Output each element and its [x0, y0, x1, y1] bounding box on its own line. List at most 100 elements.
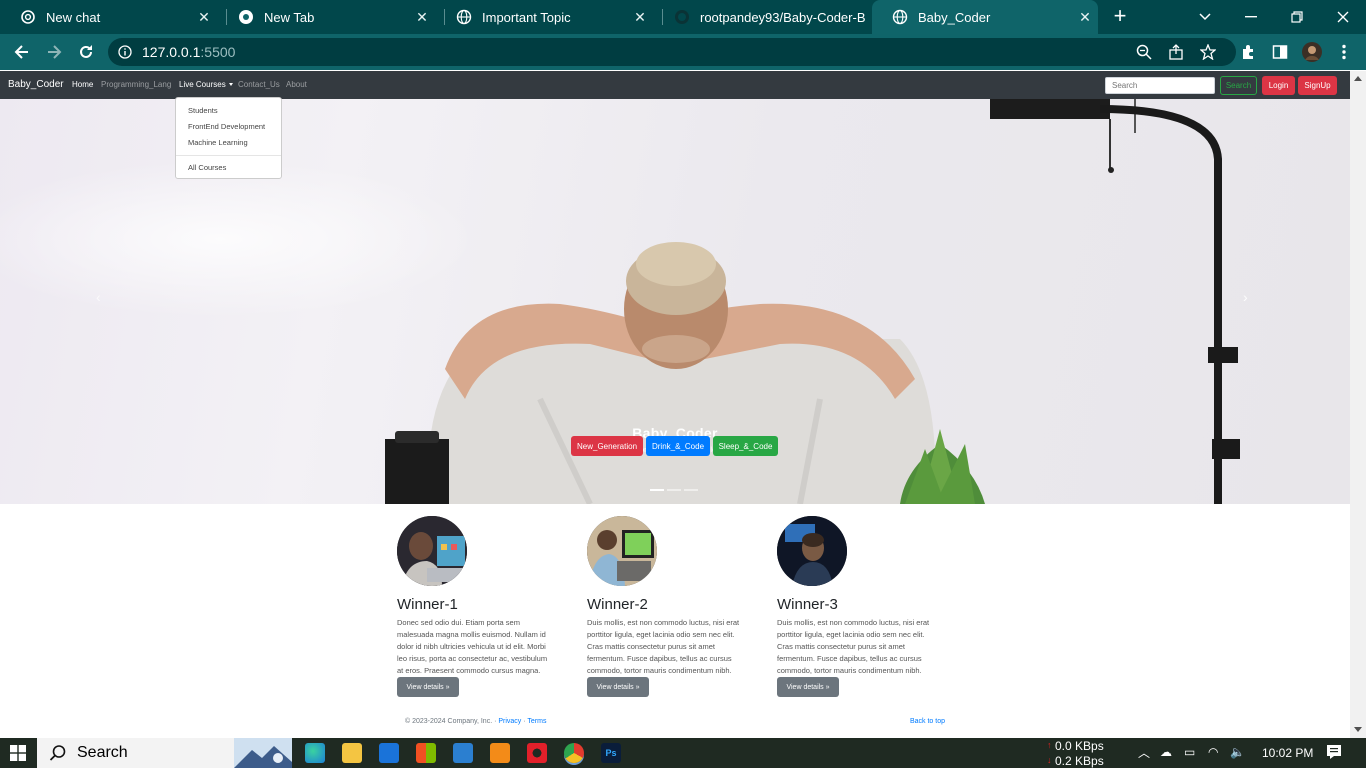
mail-icon[interactable]	[379, 743, 399, 763]
close-tab-icon[interactable]: ✕	[1072, 9, 1098, 26]
taskbar-search-box[interactable]: Search	[37, 738, 292, 768]
dropdown-item-ml[interactable]: Machine Learning	[188, 138, 248, 147]
notification-icon[interactable]	[1326, 744, 1342, 763]
carousel-indicator[interactable]	[650, 489, 664, 491]
winner-card-3: Winner-3 Duis mollis, est non commodo lu…	[777, 516, 937, 697]
extensions-puzzle-icon[interactable]	[1234, 38, 1262, 66]
tab-search-icon[interactable]	[1182, 0, 1228, 34]
new-tab-button[interactable]: +	[1108, 4, 1132, 28]
close-tab-icon[interactable]: ✕	[627, 9, 653, 26]
back-arrow-icon[interactable]	[8, 38, 36, 66]
github-icon	[674, 9, 690, 25]
photoshop-icon[interactable]: Ps	[601, 743, 621, 763]
winner-avatar	[777, 516, 847, 586]
scroll-down-icon[interactable]	[1354, 727, 1362, 732]
chrome-taskbar-icon[interactable]	[564, 743, 584, 763]
tab-title: Baby_Coder	[918, 9, 991, 25]
nav-live-courses[interactable]: Live Courses	[179, 80, 233, 89]
wifi-icon[interactable]: ◠	[1208, 745, 1218, 759]
speaker-icon[interactable]: 🔈	[1230, 745, 1245, 759]
share-icon[interactable]	[1162, 38, 1190, 66]
footer-privacy-link[interactable]: Privacy	[498, 718, 521, 725]
forward-arrow-icon[interactable]	[40, 38, 68, 66]
tab-github[interactable]: rootpandey93/Baby-Coder-B	[654, 0, 871, 34]
menu-kebab-icon[interactable]	[1330, 38, 1358, 66]
close-window-icon[interactable]	[1320, 0, 1366, 34]
onedrive-cloud-icon[interactable]: ☁	[1160, 745, 1172, 759]
url-text: 127.0.0.1:5500	[142, 44, 236, 60]
file-explorer-icon[interactable]	[342, 743, 362, 763]
view-details-button[interactable]: View details »	[397, 677, 459, 697]
page-scrollbar[interactable]	[1350, 71, 1366, 738]
browser-toolbar: 127.0.0.1:5500	[0, 34, 1366, 70]
nav-contact-us[interactable]: Contact_Us	[238, 80, 280, 89]
nav-home[interactable]: Home	[72, 80, 93, 89]
dropdown-item-students[interactable]: Students	[188, 106, 218, 115]
carousel-indicators	[650, 489, 698, 491]
winner-description: Duis mollis, est non commodo luctus, nis…	[777, 618, 930, 675]
battery-icon[interactable]: ▭	[1184, 745, 1195, 759]
dropdown-divider	[176, 155, 281, 156]
edge-icon[interactable]	[305, 743, 325, 763]
site-navbar: Baby_Coder Home Programming_Lang Live Co…	[0, 71, 1350, 99]
minimize-icon[interactable]	[1228, 0, 1274, 34]
restore-icon[interactable]	[1274, 0, 1320, 34]
back-to-top-link[interactable]: Back to top	[910, 718, 945, 725]
carousel-indicator[interactable]	[667, 489, 681, 491]
drink-code-button[interactable]: Drink_&_Code	[646, 436, 710, 456]
nav-live-courses-label: Live Courses	[179, 80, 226, 89]
signup-button[interactable]: SignUp	[1298, 76, 1337, 95]
page-footer: © 2023-2024 Company, Inc. · Privacy · Te…	[405, 718, 945, 725]
carousel-indicator[interactable]	[684, 489, 698, 491]
clock-time[interactable]: 10:02 PM	[1262, 746, 1313, 760]
globe-icon	[456, 9, 472, 25]
windows-start-icon[interactable]	[10, 745, 26, 766]
tab-baby-coder[interactable]: Baby_Coder ✕	[872, 0, 1098, 34]
carousel-next-icon[interactable]: ›	[1243, 289, 1248, 305]
tab-title: New Tab	[264, 9, 315, 25]
site-brand[interactable]: Baby_Coder	[8, 79, 64, 90]
chevron-up-icon[interactable]: ︿	[1138, 744, 1150, 761]
view-details-button[interactable]: View details »	[777, 677, 839, 697]
store-icon[interactable]	[416, 743, 436, 763]
view-details-button[interactable]: View details »	[587, 677, 649, 697]
side-panel-icon[interactable]	[1266, 38, 1294, 66]
close-tab-icon[interactable]: ✕	[409, 9, 435, 26]
tab-new-chat[interactable]: New chat ✕	[0, 0, 217, 34]
tab-title: New chat	[46, 9, 101, 25]
winner-title: Winner-2	[587, 596, 648, 613]
login-button[interactable]: Login	[1262, 76, 1295, 95]
sleep-code-button[interactable]: Sleep_&_Code	[713, 436, 778, 456]
address-bar[interactable]: 127.0.0.1:5500	[108, 38, 1236, 66]
nav-about[interactable]: About	[286, 80, 307, 89]
vscode-icon[interactable]	[453, 743, 473, 763]
opera-icon[interactable]	[527, 743, 547, 763]
zoom-icon[interactable]	[1130, 38, 1158, 66]
taskbar-search-label: Search	[77, 744, 128, 761]
footer-terms-link[interactable]: Terms	[527, 718, 546, 725]
windows-taskbar: Search Ps 0.0 KBps 0.2 KBps ↑ ↓ ︿ ☁ ▭ ◠ …	[0, 738, 1366, 768]
upload-arrow-icon: ↑	[1047, 740, 1052, 750]
profile-avatar-icon[interactable]	[1298, 38, 1326, 66]
site-info-icon[interactable]	[108, 45, 142, 59]
reload-icon[interactable]	[72, 38, 100, 66]
nav-programming-lang[interactable]: Programming_Lang	[101, 80, 171, 89]
search-button[interactable]: Search	[1220, 76, 1257, 95]
tab-new-tab[interactable]: New Tab ✕	[218, 0, 435, 34]
sublime-icon[interactable]	[490, 743, 510, 763]
dropdown-item-frontend[interactable]: FrontEnd Development	[188, 122, 265, 131]
winner-title: Winner-1	[397, 596, 458, 613]
tab-important-topic[interactable]: Important Topic ✕	[436, 0, 653, 34]
search-highlight-icon	[234, 738, 292, 768]
new-generation-button[interactable]: New_Generation	[571, 436, 643, 456]
carousel-prev-icon[interactable]: ‹	[96, 289, 101, 305]
close-tab-icon[interactable]: ✕	[191, 9, 217, 26]
web-page: Baby_Coder Home Programming_Lang Live Co…	[0, 71, 1350, 738]
winner-card-1: Winner-1 Donec sed odio dui. Etiam porta…	[397, 516, 557, 697]
browser-tab-strip: New chat ✕ New Tab ✕ Important Topic ✕ r…	[0, 0, 1366, 34]
net-upload-speed: 0.0 KBps	[1055, 739, 1104, 753]
search-input[interactable]	[1105, 77, 1215, 94]
bookmark-star-icon[interactable]	[1194, 38, 1222, 66]
dropdown-item-all-courses[interactable]: All Courses	[188, 163, 226, 172]
scroll-up-icon[interactable]	[1354, 76, 1362, 81]
